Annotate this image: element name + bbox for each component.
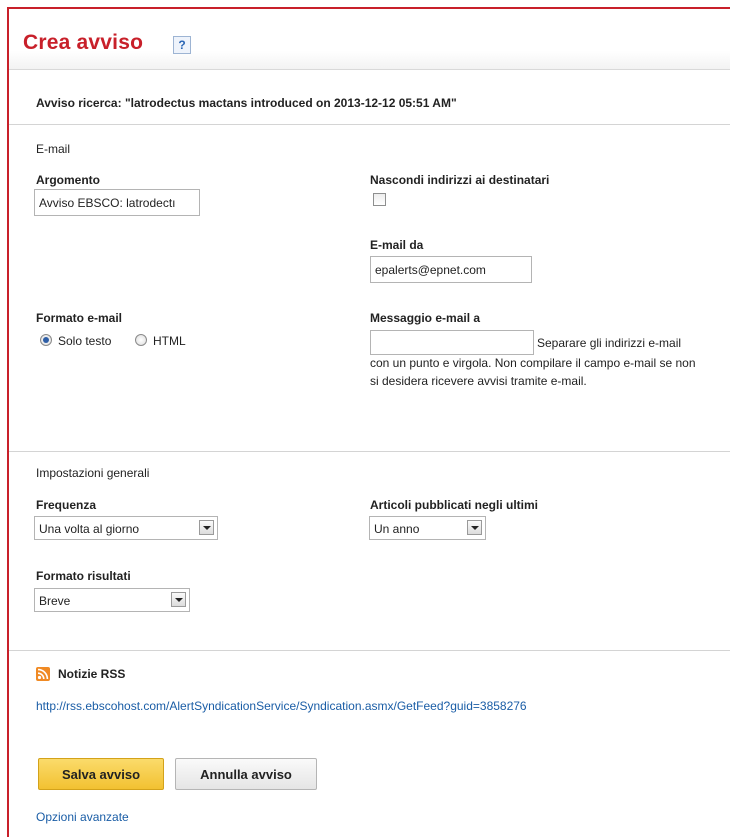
hide-addresses-label: Nascondi indirizzi ai destinatari — [370, 173, 550, 187]
page-title: Crea avviso — [23, 31, 144, 54]
email-section-title: E-mail — [36, 142, 71, 156]
format-text-radio[interactable] — [40, 334, 52, 346]
email-to-input[interactable] — [370, 330, 534, 355]
format-text-label: Solo testo — [58, 334, 112, 348]
rss-feed-link[interactable]: http://rss.ebscohost.com/AlertSyndicatio… — [36, 699, 527, 713]
results-format-label: Formato risultati — [36, 569, 131, 583]
format-html-radio[interactable] — [135, 334, 147, 346]
subject-label: Argomento — [36, 173, 100, 187]
chevron-down-icon — [171, 592, 186, 607]
published-within-select[interactable]: Un anno — [369, 516, 486, 540]
results-format-value: Breve — [39, 594, 71, 608]
help-icon[interactable]: ? — [173, 36, 191, 54]
frequency-value: Una volta al giorno — [39, 522, 140, 536]
divider — [9, 124, 730, 125]
divider — [9, 650, 730, 651]
chevron-down-icon — [199, 520, 214, 535]
alert-search-description: Avviso ricerca: "latrodectus mactans int… — [36, 96, 457, 110]
from-email-input[interactable] — [370, 256, 532, 283]
frequency-select[interactable]: Una volta al giorno — [34, 516, 218, 540]
from-email-label: E-mail da — [370, 238, 424, 252]
rss-feed-icon — [36, 667, 50, 681]
advanced-options-link[interactable]: Opzioni avanzate — [36, 810, 129, 824]
email-to-label: Messaggio e-mail a — [370, 311, 481, 325]
subject-input[interactable] — [34, 189, 200, 216]
divider — [9, 451, 730, 452]
cancel-alert-button[interactable]: Annulla avviso — [175, 758, 317, 790]
chevron-down-icon — [467, 520, 482, 535]
format-html-label: HTML — [153, 334, 186, 348]
frequency-label: Frequenza — [36, 498, 97, 512]
hide-addresses-checkbox[interactable] — [373, 193, 386, 206]
save-alert-button[interactable]: Salva avviso — [38, 758, 164, 790]
general-settings-title: Impostazioni generali — [36, 466, 150, 480]
title-bar: Crea avviso ? — [9, 9, 730, 70]
published-within-value: Un anno — [374, 522, 420, 536]
email-format-label: Formato e-mail — [36, 311, 123, 325]
email-to-group: Separare gli indirizzi e-mail con un pun… — [370, 330, 700, 390]
results-format-select[interactable]: Breve — [34, 588, 190, 612]
published-within-label: Articoli pubblicati negli ultimi — [370, 498, 539, 512]
rss-section-title: Notizie RSS — [58, 667, 126, 681]
